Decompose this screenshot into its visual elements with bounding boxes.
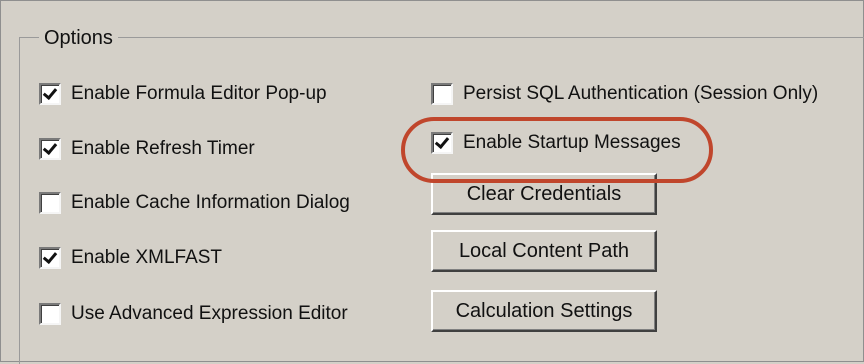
local-content-path-button[interactable]: Local Content Path	[431, 230, 657, 272]
checkbox-enable-cache-information-dialog[interactable]: Enable Cache Information Dialog	[39, 192, 350, 214]
checkbox-label: Enable Startup Messages	[463, 132, 681, 153]
checkbox-enable-refresh-timer[interactable]: Enable Refresh Timer	[39, 138, 255, 160]
checkbox-label: Enable XMLFAST	[71, 247, 223, 268]
options-panel: Options Enable Formula Editor Pop-up Ena…	[0, 0, 864, 364]
checkbox-box[interactable]	[39, 247, 61, 269]
checkbox-enable-xmlfast[interactable]: Enable XMLFAST	[39, 247, 222, 269]
checkbox-box[interactable]	[39, 192, 61, 214]
checkbox-use-advanced-expression-editor[interactable]: Use Advanced Expression Editor	[39, 303, 348, 325]
checkbox-label: Enable Cache Information Dialog	[71, 192, 350, 213]
checkbox-box[interactable]	[431, 83, 453, 105]
checkbox-box[interactable]	[431, 132, 453, 154]
groupbox-title: Options	[39, 27, 118, 50]
checkbox-label: Persist SQL Authentication (Session Only…	[463, 83, 819, 104]
checkbox-enable-startup-messages[interactable]: Enable Startup Messages	[431, 132, 681, 154]
checkbox-box[interactable]	[39, 303, 61, 325]
checkbox-label: Enable Formula Editor Pop-up	[71, 83, 327, 104]
calculation-settings-button[interactable]: Calculation Settings	[431, 290, 657, 332]
checkbox-box[interactable]	[39, 83, 61, 105]
checkbox-label: Use Advanced Expression Editor	[71, 303, 348, 324]
checkbox-box[interactable]	[39, 138, 61, 160]
checkbox-persist-sql-authentication[interactable]: Persist SQL Authentication (Session Only…	[431, 83, 818, 105]
clear-credentials-button[interactable]: Clear Credentials	[431, 173, 657, 215]
checkbox-enable-formula-editor-popup[interactable]: Enable Formula Editor Pop-up	[39, 83, 327, 105]
checkbox-label: Enable Refresh Timer	[71, 138, 255, 159]
